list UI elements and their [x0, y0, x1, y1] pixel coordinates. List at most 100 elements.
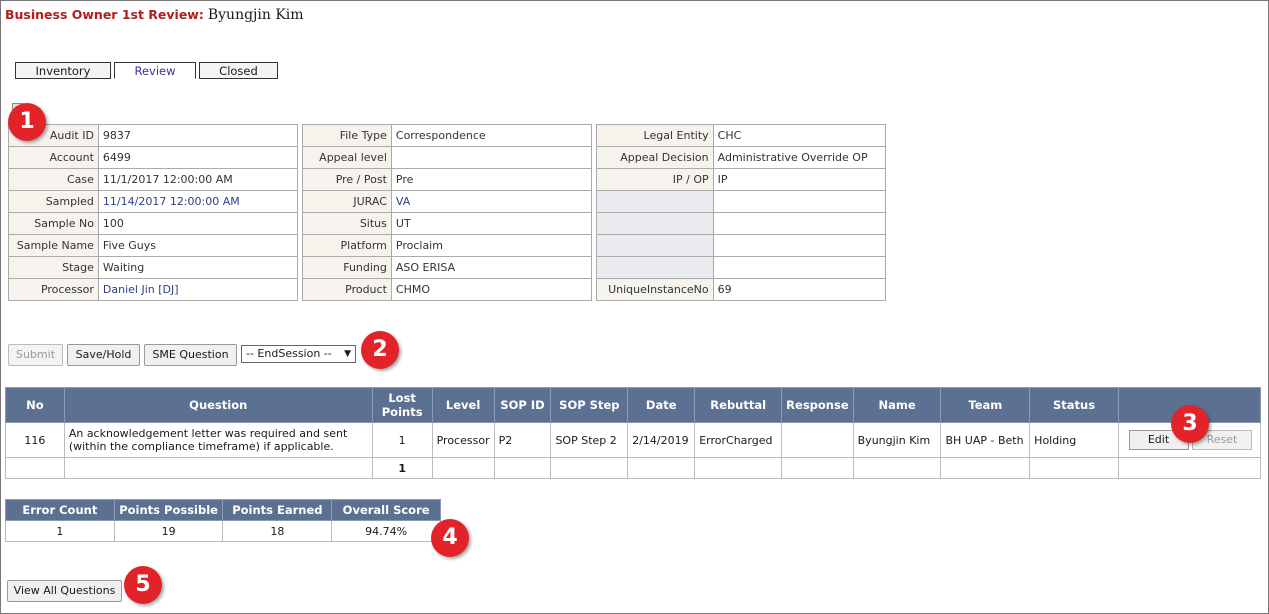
table-row: Funding ASO ERISA — [302, 256, 593, 279]
error-count: 1 — [5, 520, 115, 542]
field-label: Sample Name — [8, 234, 99, 257]
field-value: 11/1/2017 12:00:00 AM — [97, 168, 299, 191]
column-header: Level — [431, 387, 495, 423]
column-header: Points Earned — [222, 499, 333, 521]
table-row: Situs UT — [302, 212, 593, 235]
chevron-down-icon: ▼ — [344, 349, 351, 359]
callout-marker-4: 4 — [431, 519, 469, 557]
column-header: Overall Score — [331, 499, 441, 521]
response — [781, 422, 854, 458]
session-select-value: -- EndSession -- — [246, 347, 332, 360]
field-label: Case — [8, 168, 99, 191]
tab-review[interactable]: Review — [114, 62, 196, 79]
field-label: Situs — [302, 212, 392, 235]
submit-button[interactable]: Submit — [8, 344, 63, 366]
table-row: Sample No 100 — [8, 212, 299, 235]
empty-cell — [1029, 457, 1119, 479]
rebuttal: ErrorCharged — [694, 422, 783, 458]
end-session-select[interactable]: -- EndSession -- ▼ — [241, 345, 356, 363]
field-value — [712, 234, 887, 257]
empty-cell — [5, 457, 65, 479]
column-header: Response — [781, 387, 854, 423]
empty-cell — [940, 457, 1031, 479]
field-label: Pre / Post — [302, 168, 392, 191]
sop-id: P2 — [493, 422, 552, 458]
column-header: Points Possible — [113, 499, 224, 521]
table-row: Legal Entity CHC — [596, 124, 887, 147]
table-row: 116 An acknowledgement letter was requir… — [5, 422, 1262, 458]
field-value: VA — [390, 190, 593, 213]
field-value — [712, 190, 887, 213]
field-label: Account — [8, 146, 99, 169]
overall-score: 94.74% — [331, 520, 441, 542]
table-row: Appeal level — [302, 146, 593, 169]
tab-inventory[interactable]: Inventory — [15, 62, 111, 79]
score-table: Error Count Points Possible Points Earne… — [5, 499, 441, 542]
field-value: 100 — [97, 212, 299, 235]
table-row: File Type Correspondence — [302, 124, 593, 147]
empty-cell — [781, 457, 854, 479]
callout-marker-3: 3 — [1171, 405, 1209, 443]
field-value: UT — [390, 212, 593, 235]
table-row: Case 11/1/2017 12:00:00 AM — [8, 168, 299, 191]
callout-marker-2: 2 — [361, 331, 399, 369]
field-label — [596, 234, 714, 257]
field-value: 6499 — [97, 146, 299, 169]
empty-cell — [431, 457, 495, 479]
points-earned: 18 — [222, 520, 333, 542]
table-row: Account 6499 — [8, 146, 299, 169]
table-row — [596, 234, 887, 257]
table-row: UniqueInstanceNo 69 — [596, 278, 887, 301]
field-label: Platform — [302, 234, 392, 257]
file-info-table: File Type Correspondence Appeal level Pre… — [302, 124, 593, 301]
tab-closed[interactable]: Closed — [199, 62, 278, 79]
field-value — [712, 256, 887, 279]
title-label: Business Owner 1st Review: — [5, 7, 204, 22]
field-label: Appeal level — [302, 146, 392, 169]
field-value: Correspondence — [390, 124, 593, 147]
save-hold-button[interactable]: Save/Hold — [67, 344, 140, 366]
field-label — [596, 212, 714, 235]
field-value — [390, 146, 593, 169]
view-all-questions-button[interactable]: View All Questions — [7, 580, 122, 602]
empty-cell — [63, 457, 373, 479]
lost-points: 1 — [371, 422, 433, 458]
field-value: 9837 — [97, 124, 299, 147]
sme-question-button[interactable]: SME Question — [144, 344, 237, 366]
table-header-row: No Question Lost Points Level SOP ID SOP… — [5, 387, 1262, 423]
field-label: Funding — [302, 256, 392, 279]
column-header: Date — [627, 387, 696, 423]
field-value: 69 — [712, 278, 887, 301]
callout-marker-5: 5 — [124, 566, 162, 604]
empty-cell — [852, 457, 942, 479]
field-value: 11/14/2017 12:00:00 AM — [97, 190, 299, 213]
table-row: Platform Proclaim — [302, 234, 593, 257]
field-value — [712, 212, 887, 235]
page-title: Business Owner 1st Review: Byungjin Kim — [5, 7, 304, 23]
team: BH UAP - Beth — [940, 422, 1031, 458]
sop-step: SOP Step 2 — [550, 422, 629, 458]
table-row: Audit ID 9837 — [8, 124, 299, 147]
field-label: Stage — [8, 256, 99, 279]
column-header: No — [5, 387, 65, 423]
field-value: Five Guys — [97, 234, 299, 257]
table-row: Pre / Post Pre — [302, 168, 593, 191]
reviewer-name: Byungjin Kim — [207, 7, 304, 23]
column-header: Rebuttal — [694, 387, 783, 423]
question-text: An acknowledgement letter was required a… — [63, 422, 373, 458]
table-row: Sampled 11/14/2017 12:00:00 AM — [8, 190, 299, 213]
field-label: UniqueInstanceNo — [596, 278, 714, 301]
table-row — [596, 212, 887, 235]
column-header: Team — [940, 387, 1031, 423]
field-label: JURAC — [302, 190, 392, 213]
field-label: File Type — [302, 124, 392, 147]
audit-info-table: Audit ID 9837 Account 6499 Case 11/1/2017 1… — [8, 124, 299, 301]
field-value: Daniel Jin [DJ] — [97, 278, 299, 301]
table-row: Sample Name Five Guys — [8, 234, 299, 257]
field-value: Proclaim — [390, 234, 593, 257]
empty-cell — [694, 457, 783, 479]
field-value: ASO ERISA — [390, 256, 593, 279]
points-possible: 19 — [113, 520, 224, 542]
column-header: Lost Points — [371, 387, 433, 423]
column-header: SOP ID — [493, 387, 552, 423]
